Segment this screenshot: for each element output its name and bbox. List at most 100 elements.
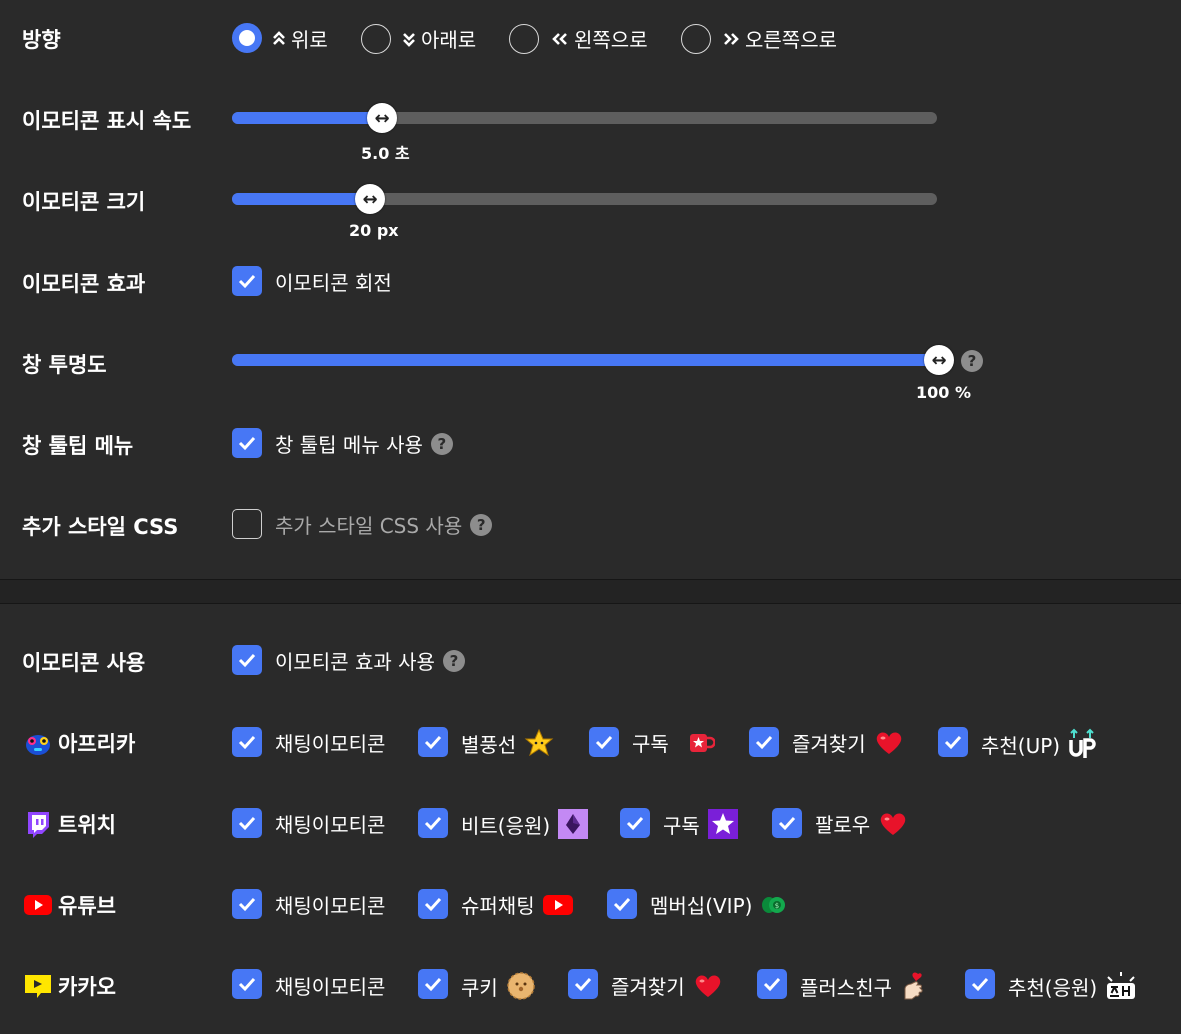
display-speed-slider[interactable] xyxy=(232,112,937,124)
afreeca-favorite-checkbox[interactable] xyxy=(749,727,779,757)
kakao-chat-checkbox[interactable] xyxy=(232,969,262,999)
twitch-subscribe-checkbox[interactable] xyxy=(620,808,650,838)
twitch-subscribe-option[interactable]: 구독 xyxy=(663,809,738,839)
opacity-handle[interactable]: ↔ xyxy=(924,345,954,375)
checkmark-icon xyxy=(613,897,631,912)
twitch-label: 트위치 xyxy=(24,809,116,839)
afreeca-chat-label[interactable]: 채팅이모티콘 xyxy=(275,728,385,757)
emoticon-use-help-icon[interactable]: ? xyxy=(442,649,465,672)
kakao-cookie-option[interactable]: 쿠키 xyxy=(461,971,536,1001)
checkmark-icon xyxy=(424,735,442,750)
effect-option-label[interactable]: 이모티콘 회전 xyxy=(275,267,392,296)
heart-icon xyxy=(693,973,723,999)
radio-right-label[interactable]: 오른쪽으로 xyxy=(722,24,837,53)
radio-right[interactable] xyxy=(681,24,711,54)
radio-left-text: 왼쪽으로 xyxy=(574,28,648,52)
direction-label: 방향 xyxy=(22,28,61,52)
double-chevron-right-icon xyxy=(722,32,740,46)
checkmark-icon xyxy=(778,816,796,831)
opacity-help-icon[interactable]: ? xyxy=(961,350,983,372)
tooltip-option-label: 창 툴팁 메뉴 사용 xyxy=(275,433,423,457)
youtube-superchat-option[interactable]: 슈퍼채팅 xyxy=(461,890,573,919)
cheer-text-icon xyxy=(1105,971,1137,1001)
heart-icon xyxy=(878,811,908,837)
youtube-membership-checkbox[interactable] xyxy=(607,889,637,919)
youtube-superchat-checkbox[interactable] xyxy=(418,889,448,919)
display-speed-fill xyxy=(232,112,380,124)
kakao-favorite-checkbox[interactable] xyxy=(568,969,598,999)
kakao-label-text: 카카오 xyxy=(58,975,116,999)
twitch-bits-checkbox[interactable] xyxy=(418,808,448,838)
custom-css-checkbox[interactable] xyxy=(232,509,262,539)
twitch-label-text: 트위치 xyxy=(58,813,116,837)
afreeca-up-option[interactable]: 추천(UP) xyxy=(981,728,1098,760)
radio-down-text: 아래로 xyxy=(421,28,477,52)
bits-icon xyxy=(558,809,589,839)
custom-css-option-label: 추가 스타일 CSS 사용 xyxy=(275,514,463,538)
afreeca-label-text: 아프리카 xyxy=(58,732,136,756)
checkmark-icon xyxy=(763,977,781,992)
kakao-chat-label[interactable]: 채팅이모티콘 xyxy=(275,971,385,1000)
checkmark-icon xyxy=(238,653,256,668)
radio-down[interactable] xyxy=(361,24,391,54)
size-handle[interactable]: ↔ xyxy=(355,184,385,214)
checkmark-icon xyxy=(238,977,256,992)
afreeca-balloon-option[interactable]: 별풍선 xyxy=(461,728,554,758)
kakao-cookie-checkbox[interactable] xyxy=(418,969,448,999)
twitch-subscribe-label: 구독 xyxy=(663,813,700,838)
youtube-chat-checkbox[interactable] xyxy=(232,889,262,919)
afreeca-balloon-checkbox[interactable] xyxy=(418,727,448,757)
kakao-plusfriend-option[interactable]: 플러스친구 xyxy=(800,971,930,1001)
afreeca-subscribe-label: 구독 xyxy=(632,732,669,756)
afreeca-subscribe-checkbox[interactable] xyxy=(589,727,619,757)
radio-up[interactable] xyxy=(232,23,262,53)
checkmark-icon xyxy=(755,735,773,750)
double-chevron-down-icon xyxy=(402,30,416,48)
twitch-follow-option[interactable]: 팔로우 xyxy=(815,809,908,838)
youtube-membership-option[interactable]: 멤버십(VIP) $ xyxy=(650,890,788,919)
tooltip-checkbox[interactable] xyxy=(232,428,262,458)
checkmark-icon xyxy=(238,436,256,451)
kakao-cookie-label: 쿠키 xyxy=(461,975,498,1000)
radio-left-label[interactable]: 왼쪽으로 xyxy=(551,24,648,53)
afreeca-up-checkbox[interactable] xyxy=(938,727,968,757)
tooltip-help-icon[interactable]: ? xyxy=(430,432,453,455)
kakao-plusfriend-checkbox[interactable] xyxy=(757,969,787,999)
kakao-favorite-option[interactable]: 즐겨찾기 xyxy=(611,971,723,1000)
opacity-slider[interactable] xyxy=(232,354,937,366)
afreeca-subscribe-option[interactable]: 구독 xyxy=(632,728,715,757)
afreeca-label: 아프리카 xyxy=(24,728,135,758)
afreeca-favorite-option[interactable]: 즐겨찾기 xyxy=(792,728,904,757)
twitch-bits-option[interactable]: 비트(응원) xyxy=(461,809,589,839)
youtube-chat-label[interactable]: 채팅이모티콘 xyxy=(275,890,385,919)
size-label: 이모티콘 크기 xyxy=(22,190,146,214)
custom-css-option[interactable]: 추가 스타일 CSS 사용 ? xyxy=(275,510,493,539)
afreeca-chat-checkbox[interactable] xyxy=(232,727,262,757)
tooltip-label: 창 툴팁 메뉴 xyxy=(22,434,134,458)
emoticon-use-label: 이모티콘 사용 xyxy=(22,651,146,675)
radio-down-label[interactable]: 아래로 xyxy=(402,24,476,53)
youtube-label-text: 유튜브 xyxy=(58,894,116,918)
twitch-chat-label[interactable]: 채팅이모티콘 xyxy=(275,809,385,838)
sub-star-icon xyxy=(707,809,738,839)
youtube-icon xyxy=(542,894,573,916)
radio-left[interactable] xyxy=(509,24,539,54)
opacity-label: 창 투명도 xyxy=(22,353,107,377)
emoticon-use-checkbox[interactable] xyxy=(232,645,262,675)
svg-text:$: $ xyxy=(775,902,779,910)
emoticon-use-option[interactable]: 이모티콘 효과 사용 ? xyxy=(275,646,465,675)
checkmark-icon xyxy=(595,735,613,750)
twitch-follow-checkbox[interactable] xyxy=(772,808,802,838)
custom-css-help-icon[interactable]: ? xyxy=(470,513,493,536)
twitch-chat-checkbox[interactable] xyxy=(232,808,262,838)
display-speed-handle[interactable]: ↔ xyxy=(367,103,397,133)
kakao-cheer-checkbox[interactable] xyxy=(965,969,995,999)
tooltip-option[interactable]: 창 툴팁 메뉴 사용 ? xyxy=(275,429,453,458)
kakao-cheer-option[interactable]: 추천(응원) xyxy=(1008,971,1137,1001)
twitch-bits-label: 비트(응원) xyxy=(461,813,551,838)
effect-checkbox[interactable] xyxy=(232,266,262,296)
size-slider[interactable] xyxy=(232,193,937,205)
radio-up-label[interactable]: 위로 xyxy=(272,24,328,53)
checkmark-icon xyxy=(424,816,442,831)
up-icon xyxy=(1068,728,1098,760)
